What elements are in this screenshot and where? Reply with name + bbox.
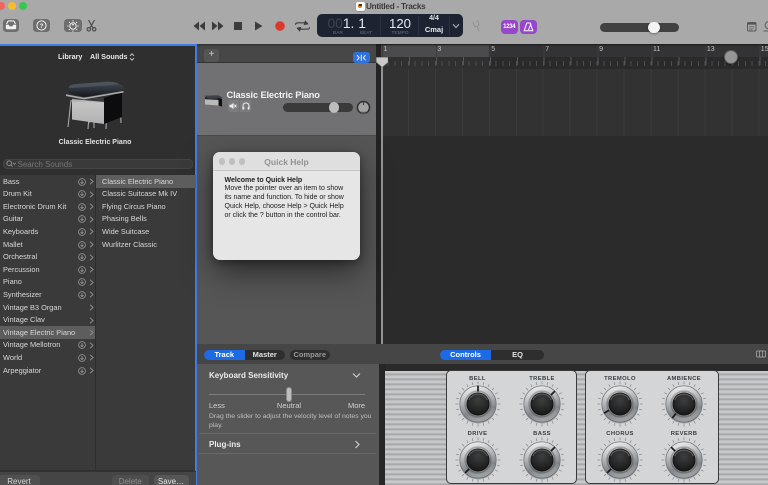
svg-text:?: ? (40, 23, 44, 30)
